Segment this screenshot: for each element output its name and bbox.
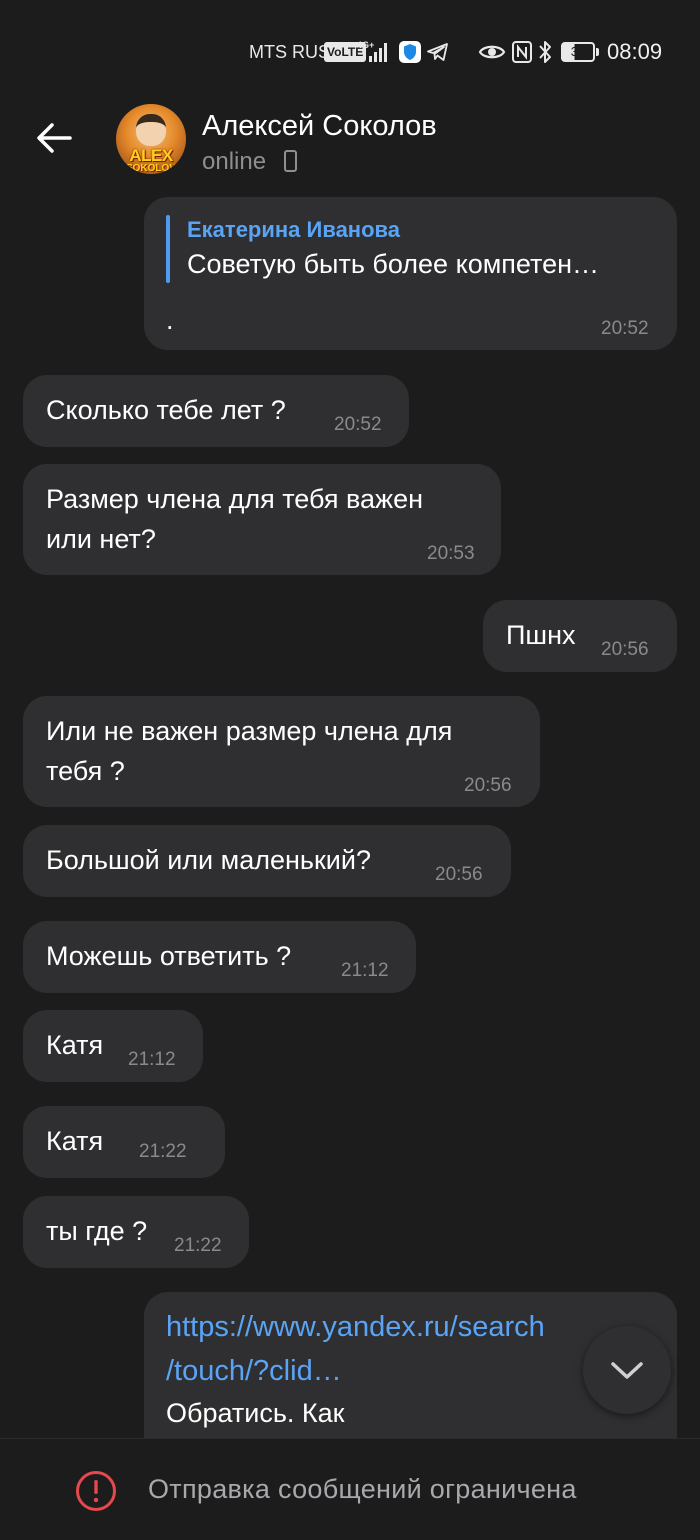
message-text: ты где ? [46, 1216, 148, 1246]
message-time: 21:12 [341, 960, 389, 981]
message-incoming[interactable]: Можешь ответить ? 21:12 [23, 921, 416, 993]
nfc-icon [512, 41, 532, 63]
message-time: 20:52 [334, 414, 382, 435]
scroll-to-bottom-button[interactable] [583, 1326, 671, 1414]
svg-text:4G+: 4G+ [357, 40, 374, 50]
message-text: Пшнх [506, 620, 576, 650]
message-incoming[interactable]: Или не важен размер члена для тебя ? 20:… [23, 696, 540, 807]
avatar-subtext: SOKOLOV [125, 163, 176, 174]
restricted-message: Отправка сообщений ограничена [148, 1474, 577, 1504]
message-time: 20:52 [601, 318, 649, 339]
telegram-icon [427, 43, 448, 61]
shield-icon [399, 41, 421, 63]
message-incoming[interactable]: Катя 21:22 [23, 1106, 225, 1178]
message-incoming[interactable]: Сколько тебе лет ? 20:52 [23, 375, 409, 447]
input-restricted-bar: Отправка сообщений ограничена [0, 1438, 700, 1540]
reply-bar [166, 215, 170, 283]
phone-device-icon [284, 150, 297, 172]
message-text-line-1: Или не важен размер члена для [46, 716, 453, 746]
message-incoming[interactable]: Большой или маленький? 20:56 [23, 825, 511, 897]
battery-icon: 38 [561, 42, 599, 62]
contact-name[interactable]: Алексей Соколов [202, 110, 437, 143]
warning-icon [76, 1471, 116, 1511]
message-list[interactable]: Екатерина Иванова Советую быть более ком… [0, 188, 700, 1438]
message-text-line-1: Размер члена для тебя важен [46, 484, 424, 514]
avatar-face [136, 114, 166, 146]
message-time: 21:22 [174, 1235, 222, 1256]
message-time: 20:56 [435, 864, 483, 885]
message-text: Сколько тебе лет ? [46, 395, 286, 425]
back-arrow-icon[interactable] [30, 116, 78, 160]
avatar[interactable]: ALEX SOKOLOV [116, 104, 186, 174]
reply-preview[interactable]: Советую быть более компетен… [187, 249, 599, 280]
signal-icon: 4G+ [357, 40, 387, 62]
message-text: Катя [46, 1030, 104, 1060]
message-text-line-2: или нет? [46, 524, 156, 554]
carrier-name: MTS RUS [249, 42, 330, 62]
message-link-line-2[interactable]: /touch/?clid… [166, 1352, 342, 1390]
message-text: Катя [46, 1126, 104, 1156]
message-incoming[interactable]: Размер члена для тебя важен или нет? 20:… [23, 464, 501, 575]
message-text: Большой или маленький? [46, 845, 371, 875]
reply-author[interactable]: Екатерина Иванова [187, 217, 400, 243]
message-text-line-2: тебя ? [46, 756, 125, 786]
chat-header: ALEX SOKOLOV Алексей Соколов online [0, 96, 700, 188]
message-text: Можешь ответить ? [46, 941, 292, 971]
message-time: 21:12 [128, 1049, 176, 1070]
message-outgoing[interactable]: Пшнх 20:56 [483, 600, 677, 672]
chevron-down-icon [611, 1362, 643, 1379]
message-time: 21:22 [139, 1141, 187, 1162]
message-incoming[interactable]: ты где ? 21:22 [23, 1196, 249, 1268]
bluetooth-icon [539, 41, 551, 63]
message-link-line-1[interactable]: https://www.yandex.ru/search [166, 1308, 545, 1346]
contact-status: online [202, 148, 267, 175]
message-incoming[interactable]: Катя 21:12 [23, 1010, 203, 1082]
message-time: 20:56 [464, 775, 512, 796]
message-outgoing[interactable]: Екатерина Иванова Советую быть более ком… [144, 197, 677, 350]
message-text: Обратись. Как [166, 1398, 345, 1428]
clock: 08:09 [607, 39, 663, 64]
message-time: 20:56 [601, 639, 649, 660]
battery-level: 38 [570, 44, 586, 59]
status-bar: MTS RUS VoLTE 4G+ 38 08:09 [0, 0, 700, 96]
message-time: 20:53 [427, 543, 475, 564]
eye-icon [478, 45, 506, 59]
message-text: . [166, 305, 174, 335]
